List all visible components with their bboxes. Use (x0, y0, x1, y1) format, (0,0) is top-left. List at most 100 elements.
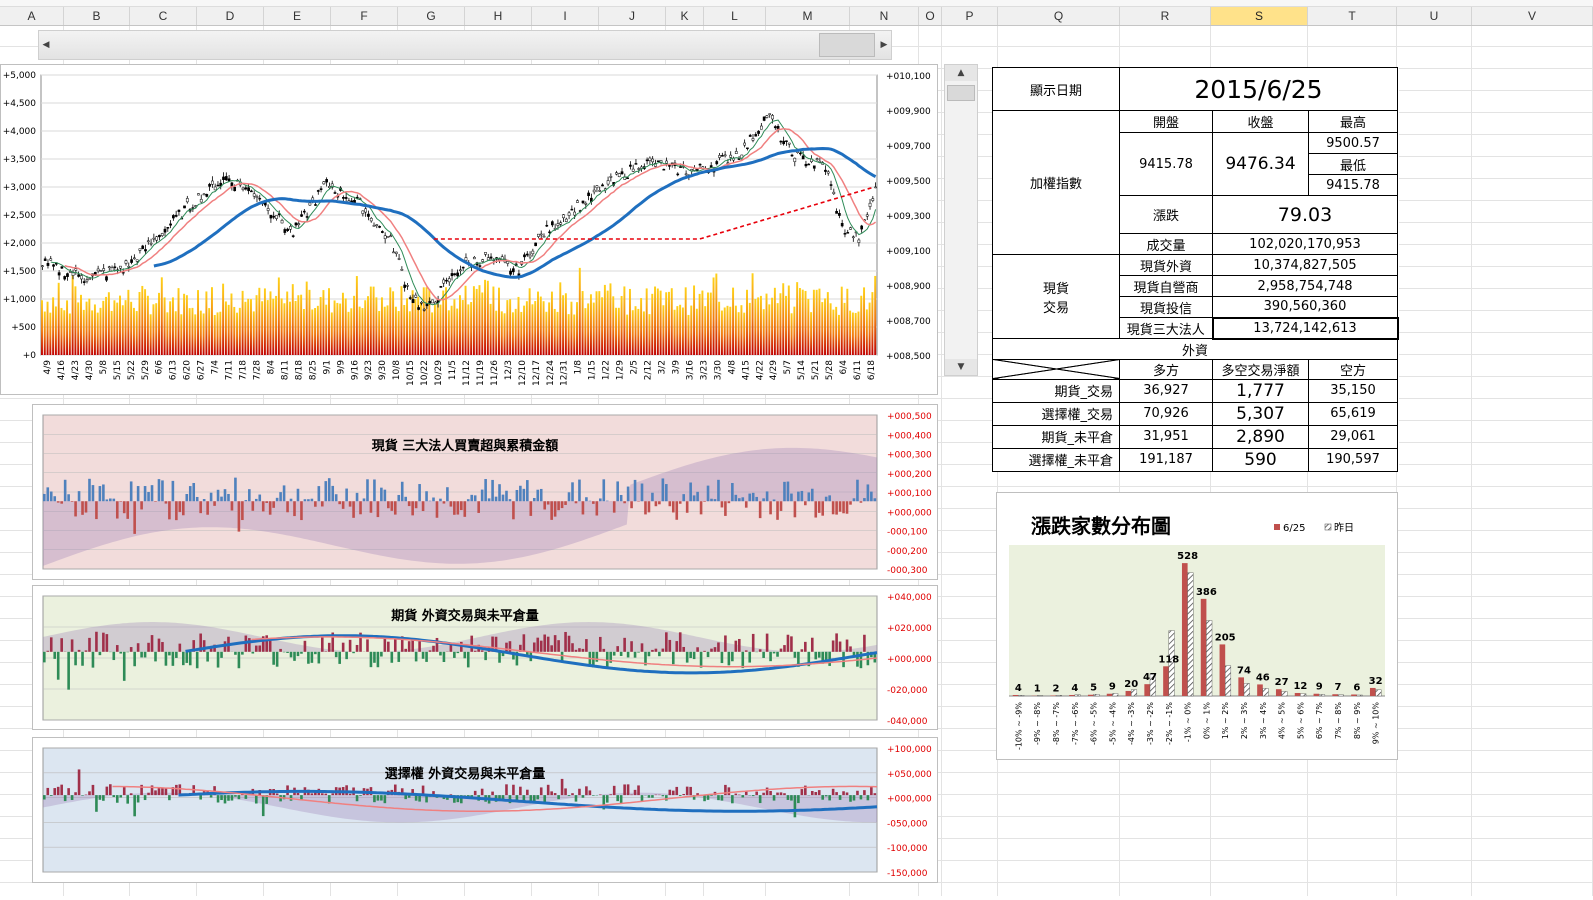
net-bar (192, 483, 195, 501)
vertical-scrollbar-control[interactable]: ▲ ▼ (944, 64, 978, 376)
column-header-s[interactable]: S (1211, 7, 1308, 25)
candle-body (582, 201, 584, 203)
futures-chart-svg: +040,000+020,000+000,000-020,000-040,000… (33, 586, 937, 729)
column-header-h[interactable]: H (465, 7, 532, 25)
spot-institutional-chart[interactable]: +000,500+000,400+000,300+000,200+000,100… (32, 404, 938, 580)
net-bar (311, 499, 314, 502)
column-header-p[interactable]: P (942, 7, 998, 25)
net-bar (349, 794, 352, 795)
column-header-v[interactable]: V (1472, 7, 1593, 25)
volume-bar (668, 292, 670, 355)
scroll-down-icon[interactable]: ▼ (945, 359, 977, 375)
column-header-c[interactable]: C (130, 7, 197, 25)
net-bar (269, 641, 272, 652)
column-header-m[interactable]: M (766, 7, 850, 25)
net-bar (391, 652, 394, 663)
net-bar (550, 645, 553, 652)
right-axis-tick: +100,000 (887, 745, 932, 755)
advance-decline-distribution-chart[interactable]: 漲跌家數分布圖6/25昨日4-10% ~ -9%1-9% ~ -8%2-8% ~… (996, 492, 1398, 760)
display-date-value[interactable]: 2015/6/25 (1120, 68, 1398, 111)
net-bar (470, 636, 473, 652)
x-axis-tick: 9/16 (350, 360, 360, 380)
net-bar (707, 795, 710, 800)
x-axis-tick: 7/18 (239, 360, 249, 380)
column-header-b[interactable]: B (64, 7, 130, 25)
candle-body (373, 225, 375, 226)
x-axis-tick: 5/7 (783, 360, 793, 374)
volume-bar (258, 288, 260, 355)
candle-body (587, 193, 589, 196)
bar-value-label: 46 (1256, 672, 1270, 683)
net-bar (436, 501, 439, 518)
volume-bar (459, 295, 461, 355)
column-header-n[interactable]: N (850, 7, 919, 25)
net-bar (665, 795, 668, 800)
scroll-right-icon[interactable]: ▶ (877, 31, 891, 59)
candle-body (565, 219, 567, 222)
options-foreign-chart[interactable]: +100,000+050,000+000,000-050,000-100,000… (32, 737, 938, 883)
x-axis-tick: 7% ~ 8% (1334, 702, 1343, 740)
column-header-g[interactable]: G (398, 7, 465, 25)
column-header-t[interactable]: T (1308, 7, 1397, 25)
candle-body (445, 280, 447, 281)
volume-bar (579, 268, 581, 355)
three-inst-value[interactable]: 13,724,142,613 (1213, 318, 1398, 339)
column-header-r[interactable]: R (1120, 7, 1211, 25)
x-axis-tick: -5% ~ -4% (1108, 702, 1117, 745)
volume-bar (322, 290, 324, 355)
net-bar (74, 792, 77, 795)
horizontal-scrollbar-control[interactable]: ◀ ▶ (38, 30, 892, 60)
taiex-candlestick-chart[interactable]: +5,000+4,500+4,000+3,500+3,000+2,500+2,0… (0, 64, 938, 395)
candle-body (746, 148, 748, 149)
column-header-k[interactable]: K (666, 7, 704, 25)
net-bar (144, 795, 147, 800)
candle-body (431, 300, 433, 303)
scroll-thumb-vertical[interactable] (947, 85, 975, 101)
futures-foreign-chart[interactable]: +040,000+020,000+000,000-020,000-040,000… (32, 585, 938, 730)
net-bar (345, 489, 348, 502)
candle-body (284, 229, 286, 232)
bar-yesterday (1319, 694, 1325, 696)
volume-bar (523, 306, 525, 355)
column-header-f[interactable]: F (331, 7, 398, 25)
volume-bar (545, 312, 547, 355)
volume-bar (537, 292, 539, 355)
candle-body (844, 233, 846, 234)
net-bar (616, 646, 619, 652)
net-bar (602, 649, 605, 652)
net-bar (748, 652, 751, 663)
column-header-e[interactable]: E (264, 7, 331, 25)
candle-body (869, 203, 871, 206)
column-header-j[interactable]: J (599, 7, 666, 25)
candle-body (256, 196, 258, 197)
volume-bar (378, 311, 380, 355)
column-header-i[interactable]: I (532, 7, 599, 25)
column-header-o[interactable]: O (919, 7, 942, 25)
volume-bar (219, 312, 221, 355)
net-bar (321, 501, 324, 506)
x-axis-tick: -9% ~ -8% (1033, 702, 1042, 745)
volume-bar (317, 306, 319, 355)
net-bar (745, 501, 748, 507)
candle-body (841, 223, 843, 226)
column-header-q[interactable]: Q (998, 7, 1120, 25)
candle-body (342, 197, 344, 198)
scroll-left-icon[interactable]: ◀ (39, 31, 53, 59)
row-long: 191,187 (1120, 448, 1213, 471)
column-header-u[interactable]: U (1397, 7, 1472, 25)
legend-label: 6/25 (1283, 523, 1305, 534)
candle-body (512, 269, 514, 272)
volume-label: 成交量 (1120, 234, 1213, 255)
scroll-up-icon[interactable]: ▲ (945, 65, 977, 81)
column-header-l[interactable]: L (704, 7, 766, 25)
high-value: 9500.57 (1309, 133, 1398, 154)
column-header-a[interactable]: A (0, 7, 64, 25)
scroll-thumb[interactable] (819, 33, 875, 57)
column-header-d[interactable]: D (197, 7, 264, 25)
net-bar (818, 652, 821, 658)
net-bar (641, 484, 644, 502)
net-bar (759, 795, 762, 803)
net-bar (870, 786, 873, 795)
bar-yesterday (1376, 690, 1382, 696)
net-bar (801, 649, 804, 652)
